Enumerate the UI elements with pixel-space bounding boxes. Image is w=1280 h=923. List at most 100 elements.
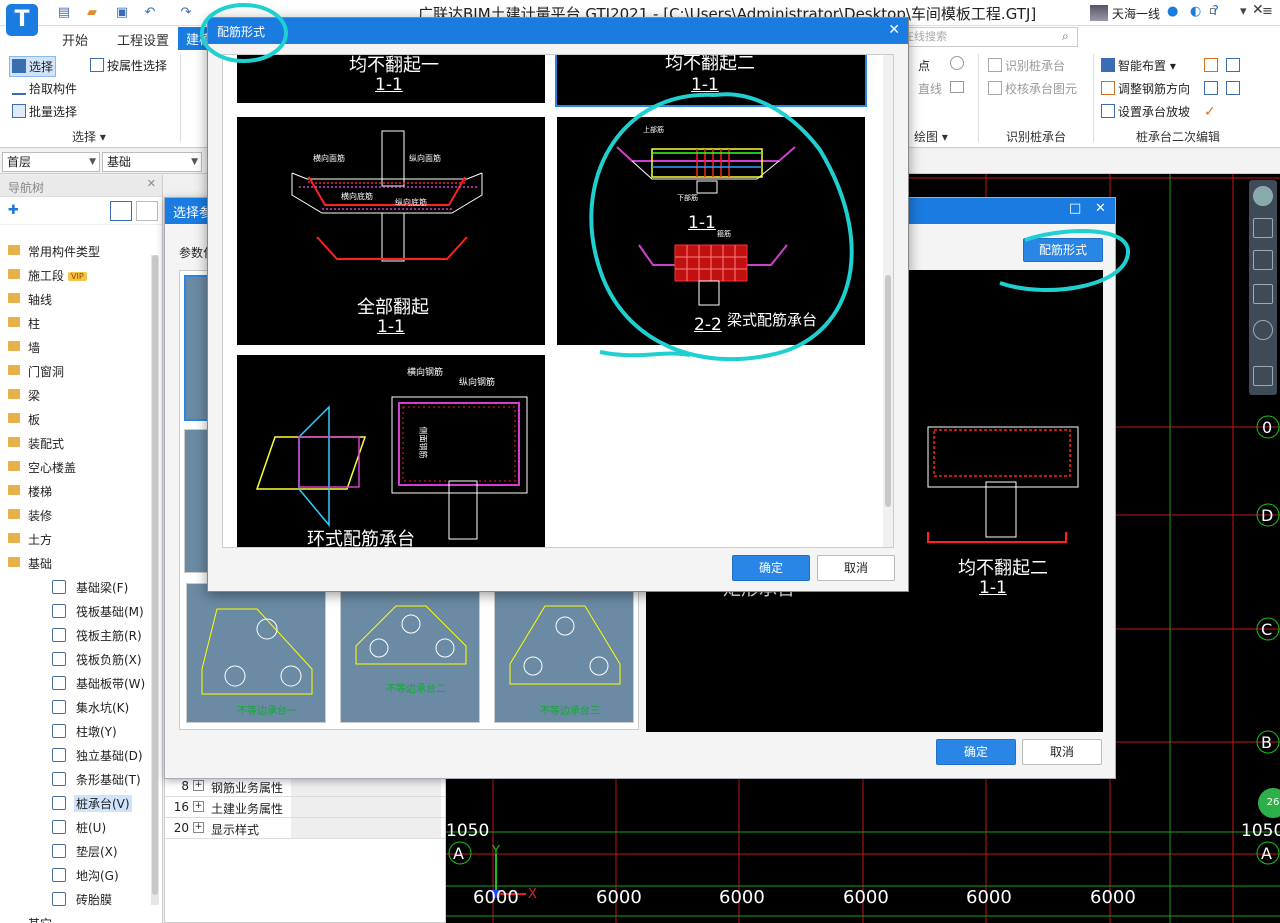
rotate-icon[interactable] bbox=[1253, 320, 1273, 340]
smart-layout-button[interactable]: 智能布置 ▾ bbox=[1101, 57, 1176, 74]
rebar-form-option-5[interactable]: 横向钢筋 纵向钢筋 侧面钢筋 环式配筋承台 bbox=[235, 353, 547, 547]
maximize-icon[interactable]: □ bbox=[1069, 201, 1081, 216]
mirror-icon[interactable] bbox=[1226, 58, 1240, 72]
tab-start[interactable]: 开始 bbox=[62, 30, 88, 49]
rebar-form-option-1[interactable]: 均不翻起一 1-1 bbox=[235, 55, 547, 105]
type-select[interactable]: 基础 ▼ bbox=[102, 152, 202, 172]
close-icon[interactable]: ✕ bbox=[147, 177, 156, 190]
globe-icon[interactable] bbox=[1253, 186, 1273, 206]
ok-button[interactable]: 确定 bbox=[732, 555, 810, 581]
rebar-form-option-2[interactable]: 均不翻起二 1-1 bbox=[555, 55, 867, 107]
service-icon[interactable]: ◐ bbox=[1190, 4, 1201, 19]
chat-icon[interactable]: ● bbox=[1167, 4, 1178, 19]
nav-item[interactable]: 基础 bbox=[0, 551, 150, 575]
save-icon[interactable]: ▣ bbox=[114, 5, 130, 21]
nav-sub-item[interactable]: 筏板负筋(X) bbox=[0, 647, 150, 671]
check-mark-icon[interactable]: ✓ bbox=[1204, 104, 1216, 120]
select-by-prop-button[interactable]: 按属性选择 bbox=[90, 57, 167, 74]
nav-item[interactable]: 门窗洞 bbox=[0, 359, 150, 383]
select-button[interactable]: 选择 bbox=[9, 56, 57, 77]
batch-select-button[interactable]: 批量选择 bbox=[12, 103, 77, 120]
nav-item[interactable]: 装修 bbox=[0, 503, 150, 527]
nav-sub-item[interactable]: 基础板带(W) bbox=[0, 671, 150, 695]
nav-item[interactable]: 楼梯 bbox=[0, 479, 150, 503]
cancel-button[interactable]: 取消 bbox=[817, 555, 895, 581]
draw-group-label[interactable]: 绘图 ▾ bbox=[914, 128, 948, 145]
nav-item[interactable]: 空心楼盖 bbox=[0, 455, 150, 479]
rect-icon[interactable] bbox=[950, 81, 964, 93]
restore-icon[interactable]: ▫ bbox=[1209, 4, 1216, 17]
add-icon[interactable]: ✚ bbox=[8, 203, 19, 218]
rebar-form-button[interactable]: 配筋形式 bbox=[1023, 238, 1103, 262]
line-button[interactable]: 直线 bbox=[918, 80, 942, 97]
view-settings-icon[interactable] bbox=[1253, 366, 1273, 386]
rebar-form-option-4[interactable]: 上部筋 下部筋 箍筋 1-1 2-2 梁式配筋承台 bbox=[555, 115, 867, 347]
file-icon[interactable]: ▤ bbox=[56, 5, 72, 21]
point-button[interactable]: 点 bbox=[918, 57, 930, 74]
nav-item[interactable]: 施工段 VIP bbox=[0, 263, 150, 287]
status-badge[interactable]: 26 bbox=[1258, 788, 1280, 818]
search-icon[interactable]: ⌕ bbox=[1062, 29, 1069, 44]
shape-thumb[interactable]: 不等边承台二 bbox=[340, 583, 480, 723]
tab-project-settings[interactable]: 工程设置 bbox=[117, 30, 169, 49]
nav-sub-item[interactable]: 砖胎膜 bbox=[0, 887, 150, 911]
property-row[interactable]: 8 + 钢筋业务属性 bbox=[165, 776, 445, 797]
close-icon[interactable]: ✕ bbox=[888, 22, 900, 38]
nav-sub-item[interactable]: 桩承台(V) bbox=[0, 791, 150, 815]
view-top-icon[interactable] bbox=[1253, 250, 1273, 270]
nav-item[interactable]: 常用构件类型 bbox=[0, 239, 150, 263]
shape-thumb[interactable]: 不等边承台三 bbox=[494, 583, 634, 723]
undo-icon[interactable]: ↶ bbox=[142, 5, 158, 21]
circle-icon[interactable] bbox=[950, 56, 964, 70]
property-row[interactable]: 16 + 土建业务属性 bbox=[165, 797, 445, 818]
offset-icon[interactable] bbox=[1204, 81, 1218, 95]
edit-icon[interactable] bbox=[1204, 58, 1218, 72]
close-icon[interactable]: ✕ bbox=[1252, 2, 1264, 18]
property-row[interactable]: 20 + 显示样式 bbox=[165, 818, 445, 839]
cancel-button[interactable]: 取消 bbox=[1022, 739, 1102, 765]
nav-item[interactable]: 轴线 bbox=[0, 287, 150, 311]
nav-scroll-thumb[interactable] bbox=[152, 255, 158, 895]
shirt-icon[interactable]: ▾ bbox=[1240, 4, 1247, 19]
rebar-form-option-3[interactable]: 横向面筋 纵向面筋 横向底筋 纵向底筋 全部翻起 1-1 bbox=[235, 115, 547, 347]
expand-icon[interactable]: + bbox=[193, 822, 204, 833]
nav-sub-item[interactable]: 筏板主筋(R) bbox=[0, 623, 150, 647]
grid-view-icon[interactable] bbox=[136, 201, 158, 221]
check-pile-cap-button[interactable]: 校核承台图元 bbox=[988, 80, 1077, 97]
nav-sub-item[interactable]: 桩(U) bbox=[0, 815, 150, 839]
view-iso-icon[interactable] bbox=[1253, 284, 1273, 304]
nav-sub-item[interactable]: 垫层(X) bbox=[0, 839, 150, 863]
nav-sub-item[interactable]: 条形基础(T) bbox=[0, 767, 150, 791]
set-slope-button[interactable]: 设置承台放坡 bbox=[1101, 103, 1190, 120]
recognize-pile-cap-button[interactable]: 识别桩承台 bbox=[988, 57, 1065, 74]
view-3d-icon[interactable] bbox=[1253, 218, 1273, 238]
close-icon[interactable]: ✕ bbox=[1095, 201, 1106, 216]
pick-button[interactable]: 拾取构件 bbox=[12, 80, 77, 97]
list-view-icon[interactable] bbox=[110, 201, 132, 221]
nav-sub-item[interactable]: 独立基础(D) bbox=[0, 743, 150, 767]
expand-icon[interactable]: + bbox=[193, 801, 204, 812]
ok-button[interactable]: 确定 bbox=[936, 739, 1016, 765]
adjust-rebar-dir-button[interactable]: 调整钢筋方向 bbox=[1101, 80, 1190, 97]
expand-icon[interactable]: + bbox=[193, 780, 204, 791]
scroll-thumb[interactable] bbox=[885, 275, 891, 507]
shape-thumb[interactable]: 不等边承台一 bbox=[186, 583, 326, 723]
nav-sub-item[interactable]: 柱墩(Y) bbox=[0, 719, 150, 743]
search-input[interactable]: 在线搜索 bbox=[898, 27, 1078, 47]
nav-scrollbar[interactable] bbox=[151, 255, 159, 905]
open-icon[interactable]: ▰ bbox=[84, 5, 100, 21]
nav-item[interactable]: 梁 bbox=[0, 383, 150, 407]
nav-sub-item[interactable]: 基础梁(F) bbox=[0, 575, 150, 599]
nav-sub-item[interactable]: 集水坑(K) bbox=[0, 695, 150, 719]
nav-item[interactable]: 柱 bbox=[0, 311, 150, 335]
nav-item-other[interactable]: 其它 bbox=[0, 911, 150, 923]
nav-item[interactable]: 板 bbox=[0, 407, 150, 431]
nav-sub-item[interactable]: 筏板基础(M) bbox=[0, 599, 150, 623]
dialog-scrollbar[interactable] bbox=[883, 55, 893, 547]
nav-item[interactable]: 装配式 bbox=[0, 431, 150, 455]
nav-sub-item[interactable]: 地沟(G) bbox=[0, 863, 150, 887]
select-group-label[interactable]: 选择 ▾ bbox=[72, 128, 106, 145]
redo-icon[interactable]: ↷ bbox=[178, 5, 194, 21]
nav-item[interactable]: 土方 bbox=[0, 527, 150, 551]
align-icon[interactable] bbox=[1226, 81, 1240, 95]
